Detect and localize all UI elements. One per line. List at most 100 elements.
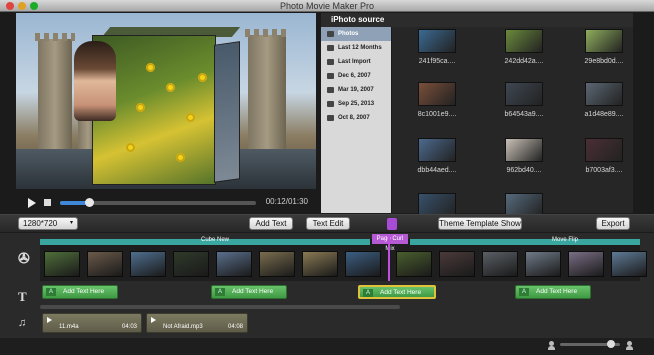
photo-caption: 29e8bd0d.... — [584, 58, 624, 65]
audio-track-icon: ♫ — [18, 317, 27, 329]
text-tag-icon: A — [363, 289, 373, 297]
photo-caption: dbb44aed.... — [417, 167, 457, 174]
toolbar: 1280*720 ▾ Add Text Text Edit Theme Temp… — [0, 214, 654, 232]
video-frame[interactable] — [525, 251, 561, 277]
text-clip[interactable]: A Add Text Here — [211, 285, 287, 299]
stop-icon[interactable] — [44, 199, 51, 206]
resolution-select[interactable]: 1280*720 ▾ — [18, 217, 78, 230]
photo-thumbnail[interactable] — [418, 138, 456, 162]
album-item[interactable]: Mar 19, 2007 — [321, 83, 391, 97]
text-clip[interactable]: A Add Text Here — [515, 285, 591, 299]
text-clip-label: Add Text Here — [63, 288, 105, 295]
timecode: 00:12/01:30 — [265, 197, 308, 206]
video-frame[interactable] — [130, 251, 166, 277]
timeline: ✇ T ♫ Cube New Move Flip Page Curl Mix A… — [0, 233, 654, 338]
playhead[interactable] — [388, 235, 390, 281]
flower — [176, 153, 185, 162]
photo-thumbnail[interactable] — [505, 29, 543, 53]
video-frame[interactable] — [345, 251, 381, 277]
text-clip-label: Add Text Here — [232, 288, 274, 295]
video-frame[interactable] — [259, 251, 295, 277]
audio-duration: 04:08 — [227, 324, 243, 330]
photo-thumbnail[interactable] — [585, 82, 623, 106]
scrubber-handle[interactable] — [85, 198, 95, 207]
text-tag-icon: A — [46, 288, 56, 296]
zoom-handle[interactable] — [607, 340, 615, 348]
add-text-button[interactable]: Add Text — [249, 217, 293, 230]
flower — [166, 83, 175, 92]
source-header: iPhoto source — [321, 13, 633, 27]
photo-caption: a1d48e89.... — [584, 111, 624, 118]
photo-thumbnail[interactable] — [585, 138, 623, 162]
video-frame[interactable] — [611, 251, 647, 277]
album-item[interactable]: Oct 8, 2007 — [321, 111, 391, 125]
photo-thumbnail[interactable] — [418, 29, 456, 53]
album-icon — [327, 31, 334, 37]
video-frame[interactable] — [482, 251, 518, 277]
video-frame[interactable] — [216, 251, 252, 277]
album-label: Last Import — [338, 59, 371, 65]
album-icon — [327, 59, 334, 65]
person-small-icon — [548, 341, 555, 350]
transport-controls: 00:12/01:30 — [16, 196, 316, 210]
photo-caption: 241f95ca.... — [418, 58, 456, 65]
photo-thumbnail[interactable] — [585, 29, 623, 53]
album-item[interactable]: Dec 6, 2007 — [321, 69, 391, 83]
photo-thumbnail[interactable] — [418, 82, 456, 106]
page-curl-transition[interactable]: Page Curl Mix — [372, 234, 408, 252]
photo-thumbnail[interactable] — [505, 82, 543, 106]
video-frame[interactable] — [173, 251, 209, 277]
video-track: Cube New Move Flip — [40, 237, 647, 281]
video-frame[interactable] — [87, 251, 123, 277]
album-item[interactable]: Last 12 Months — [321, 41, 391, 55]
audio-duration: 04:03 — [121, 324, 137, 330]
photo-thumbnail[interactable] — [505, 138, 543, 162]
castle-tower-right — [245, 29, 289, 161]
album-icon — [327, 101, 334, 107]
timeline-scrollbar[interactable] — [40, 305, 400, 309]
flower — [186, 113, 195, 122]
video-frame[interactable] — [439, 251, 475, 277]
album-icon — [327, 45, 334, 51]
chevron-down-icon: ▾ — [69, 220, 73, 226]
flower — [136, 103, 145, 112]
video-frame[interactable] — [302, 251, 338, 277]
export-button[interactable]: Export — [596, 217, 630, 230]
cube-side-face — [214, 41, 240, 183]
trash-icon[interactable] — [387, 218, 397, 230]
play-icon[interactable] — [47, 317, 52, 323]
photo-caption: 962bd40.... — [506, 167, 542, 174]
video-frame[interactable] — [568, 251, 604, 277]
flower — [198, 73, 207, 82]
theme-template-button[interactable]: Theme Template Show — [438, 217, 522, 230]
text-clip-label: Add Text Here — [536, 288, 578, 295]
album-label: Mar 19, 2007 — [338, 87, 374, 93]
photo-caption: 8c1001e9.... — [417, 111, 457, 118]
text-track: A Add Text Here A Add Text Here A Add Text … — [40, 285, 640, 305]
album-label: Photos — [338, 31, 359, 37]
audio-clip[interactable]: 11.m4a 04:03 — [42, 313, 142, 333]
photo-caption: b64543a9.... — [504, 111, 544, 118]
castle-tower-left — [35, 33, 75, 159]
audio-clip[interactable]: Not Afraid.mp3 04:08 — [146, 313, 248, 333]
text-clip-selected[interactable]: A Add Text Here — [358, 285, 436, 299]
transition-label: Cube New — [200, 237, 229, 243]
album-item[interactable]: Sep 25, 2013 — [321, 97, 391, 111]
album-icon — [327, 115, 334, 121]
film-reel-icon: ✇ — [18, 252, 30, 267]
album-label: Last 12 Months — [338, 45, 382, 51]
text-clip[interactable]: A Add Text Here — [42, 285, 118, 299]
video-frame[interactable] — [396, 251, 432, 277]
text-edit-button[interactable]: Text Edit — [306, 217, 350, 230]
album-item[interactable]: Last Import — [321, 55, 391, 69]
flower — [126, 143, 135, 152]
play-icon[interactable] — [151, 317, 156, 323]
playback-scrubber[interactable] — [60, 198, 256, 207]
album-item[interactable]: Photos — [321, 27, 391, 41]
video-frame[interactable] — [44, 251, 80, 277]
zoom-slider[interactable] — [560, 340, 620, 348]
person-large-icon — [626, 341, 633, 350]
window-title: Photo Movie Maker Pro — [279, 1, 375, 11]
transition-bar[interactable] — [410, 239, 640, 245]
play-icon[interactable] — [28, 198, 36, 208]
